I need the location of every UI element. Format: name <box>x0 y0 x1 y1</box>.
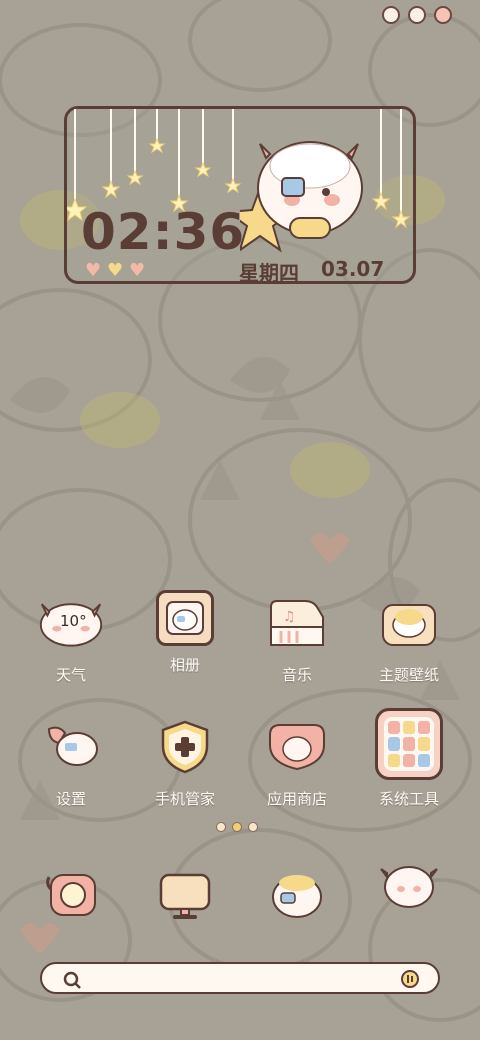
app-store-sheep-icon <box>264 714 330 780</box>
dock-phone[interactable] <box>16 862 126 928</box>
dock-camera[interactable] <box>242 862 352 928</box>
dock-screen[interactable] <box>130 862 240 928</box>
app-phone-manager[interactable]: 手机管家 <box>130 714 240 809</box>
app-label: 音乐 <box>281 666 312 684</box>
app-gallery[interactable]: 相册 <box>130 590 240 675</box>
screen-monitor-icon <box>152 862 218 928</box>
app-music[interactable]: ♫ 音乐 <box>242 590 352 685</box>
app-label: 应用商店 <box>266 790 327 808</box>
phone-manager-shield-icon <box>152 714 218 780</box>
app-label: 相册 <box>169 656 200 674</box>
app-label: 手机管家 <box>154 790 215 808</box>
sheep-camera-icon <box>264 862 330 928</box>
clock-time: 02:36 <box>81 203 246 261</box>
music-card-icon: ♫ <box>264 590 330 656</box>
svg-text:♫: ♫ <box>283 609 296 625</box>
system-tools-folder-icon <box>375 708 443 780</box>
app-weather[interactable]: 10° 天气 <box>16 590 126 685</box>
search-icon[interactable] <box>62 970 82 994</box>
dock-browser[interactable] <box>354 856 464 922</box>
photo-frame-icon <box>156 590 214 646</box>
hearts-decoration: ♥ ♥ ♥ <box>85 260 146 281</box>
page-dot[interactable] <box>216 822 226 832</box>
weather-temp: 10° <box>60 612 87 630</box>
app-theme[interactable]: 主题壁纸 <box>354 590 464 685</box>
sheep-browser-icon <box>376 856 442 922</box>
sheep-weather-icon: 10° <box>38 590 104 656</box>
app-store[interactable]: 应用商店 <box>242 714 352 809</box>
page-indicator[interactable] <box>216 822 258 832</box>
app-settings[interactable]: 设置 <box>16 714 126 809</box>
app-system-tools[interactable]: 系统工具 <box>354 708 464 809</box>
app-label: 设置 <box>55 790 86 808</box>
sheep-status-icon <box>408 6 426 24</box>
sheep-status-icon <box>382 6 400 24</box>
page-dot-active[interactable] <box>232 822 242 832</box>
battery-sheep-icon <box>434 6 452 24</box>
search-bar[interactable] <box>40 962 440 994</box>
app-label: 主题壁纸 <box>378 666 439 684</box>
phone-dialer-icon <box>38 862 104 928</box>
theme-wallpaper-icon <box>376 590 442 656</box>
app-label: 系统工具 <box>378 790 439 808</box>
settings-sheep-icon <box>38 714 104 780</box>
page-dot[interactable] <box>248 822 258 832</box>
app-label: 天气 <box>55 666 86 684</box>
voice-search-icon[interactable] <box>400 969 420 993</box>
sheep-mascot-illustration <box>225 118 370 262</box>
status-bar <box>382 6 452 24</box>
